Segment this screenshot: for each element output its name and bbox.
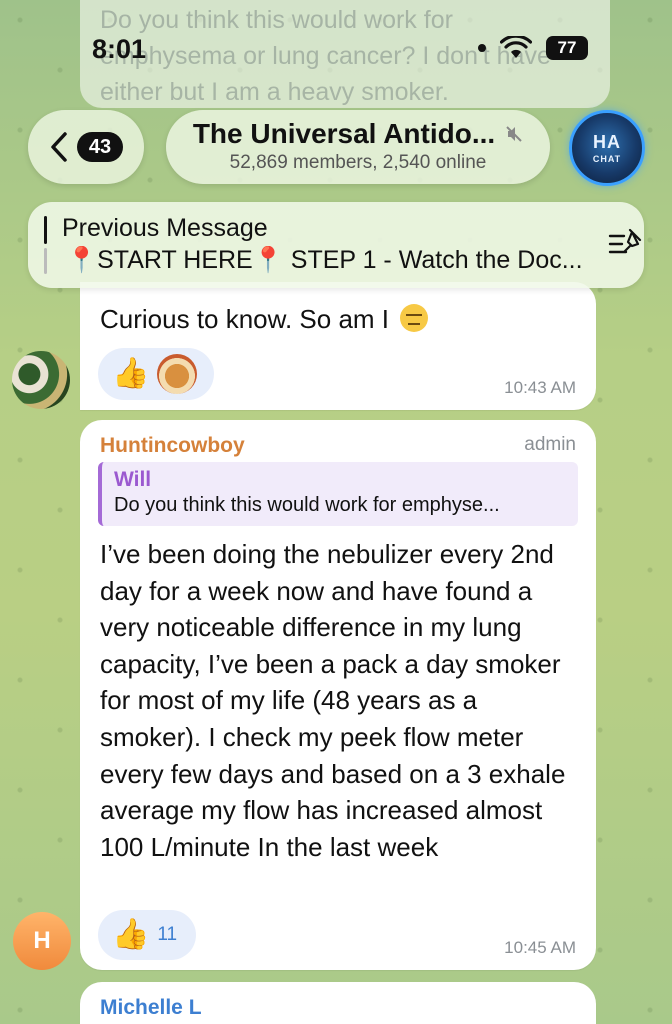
pinned-message-bar[interactable]: Previous Message 📍START HERE📍 STEP 1 - W…: [28, 202, 644, 288]
sender-avatar[interactable]: [12, 351, 70, 409]
message-timestamp: 10:45 AM: [504, 938, 576, 957]
pinned-position-indicator: [44, 216, 47, 274]
message-bubble[interactable]: Curious to know. So am I 👍 10:43 AM: [80, 282, 596, 410]
message-bubble[interactable]: Huntincowboy admin Will Do you think thi…: [80, 420, 596, 970]
message-timestamp: 10:43 AM: [504, 378, 576, 397]
sender-name[interactable]: Michelle L: [100, 996, 202, 1020]
message-bubble[interactable]: Michelle L: [80, 982, 596, 1024]
chevron-left-icon: [49, 131, 69, 163]
back-button[interactable]: 43: [28, 110, 144, 184]
pinned-title: Previous Message: [62, 214, 268, 242]
battery-icon: 77: [546, 36, 588, 60]
status-time: 8:01: [92, 34, 147, 64]
group-avatar[interactable]: HA CHAT: [569, 110, 645, 186]
reaction-count: 11: [157, 924, 178, 945]
status-icons: 77: [478, 36, 588, 60]
admin-tag: admin: [524, 434, 576, 455]
thumbs-up-reaction-icon: 👍: [112, 918, 150, 951]
thumbs-up-reaction-icon: 👍: [112, 357, 150, 390]
expressionless-face-emoji-icon: [400, 304, 429, 332]
reaction-chip[interactable]: 👍: [98, 348, 214, 400]
sender-avatar[interactable]: H: [13, 912, 71, 970]
reactor-avatar: [157, 354, 198, 394]
sender-name[interactable]: Huntincowboy: [100, 434, 245, 458]
unread-count-badge: 43: [77, 132, 123, 162]
avatar-logo-text: HA: [593, 132, 621, 152]
reply-quote[interactable]: Will Do you think this would work for em…: [98, 462, 578, 526]
pinned-list-icon[interactable]: [608, 226, 644, 265]
chat-title: The Universal Antido...: [192, 118, 496, 149]
chat-header[interactable]: The Universal Antido... 52,869 members, …: [166, 110, 550, 184]
chat-member-count: 52,869 members, 2,540 online: [229, 152, 487, 173]
reaction-chip[interactable]: 👍 11: [98, 910, 196, 960]
wifi-icon: [500, 36, 532, 60]
reply-author: Will: [114, 468, 152, 491]
message-text: I’ve been doing the nebulizer every 2nd …: [100, 539, 566, 862]
avatar-logo-caption: CHAT: [592, 154, 622, 164]
muted-icon: [505, 125, 523, 143]
pinned-text: 📍START HERE📍 STEP 1 - Watch the Doc...: [66, 246, 583, 274]
signal-icon: [478, 44, 486, 52]
message-text: Curious to know. So am I: [100, 304, 429, 335]
reply-text: Do you think this would work for emphyse…: [114, 494, 500, 516]
